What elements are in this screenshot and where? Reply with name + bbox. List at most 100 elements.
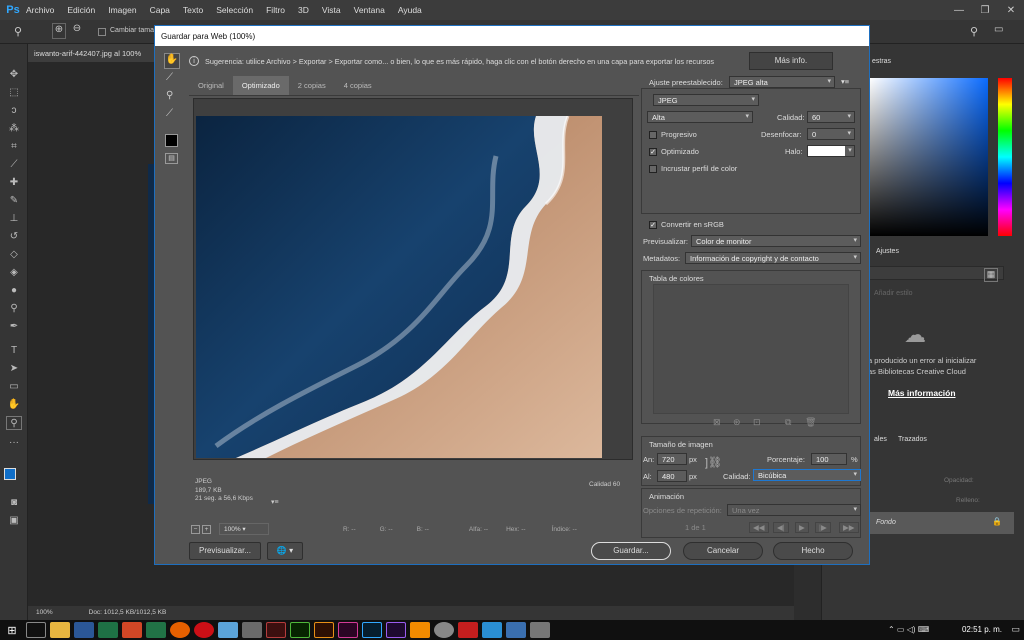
indesign-icon[interactable] bbox=[338, 622, 358, 638]
screen-mode-icon[interactable]: ▣ bbox=[6, 514, 22, 528]
toggle-slices-icon[interactable]: ▤ bbox=[165, 153, 178, 164]
quick-mask-icon[interactable]: ◙ bbox=[6, 496, 22, 510]
powerpoint-icon[interactable] bbox=[122, 622, 142, 638]
file-explorer-icon[interactable] bbox=[50, 622, 70, 638]
resample-select[interactable]: Bicúbica ▾ bbox=[753, 469, 861, 481]
web-shift-icon[interactable]: ⊛ bbox=[733, 417, 741, 428]
search-icon[interactable]: ⚲ bbox=[970, 25, 978, 38]
menu-capa[interactable]: Capa bbox=[150, 5, 170, 15]
app-icon-2[interactable] bbox=[242, 622, 262, 638]
last-frame-icon[interactable]: ▶▶ bbox=[839, 522, 859, 533]
crop-tool-icon[interactable]: ⌗ bbox=[6, 140, 22, 154]
quality-input[interactable]: 60 ▾ bbox=[807, 111, 855, 123]
cc-more-info-link[interactable]: Más información bbox=[888, 388, 956, 398]
eyedropper-tool-icon[interactable]: ⟋ bbox=[6, 158, 22, 172]
preview-browser-button[interactable]: 🌐 ▾ bbox=[267, 542, 303, 560]
zoom-in-button[interactable]: + bbox=[202, 524, 211, 534]
maximize-icon[interactable]: ❐ bbox=[972, 0, 998, 20]
more-tools-icon[interactable]: ··· bbox=[6, 436, 22, 450]
first-frame-icon[interactable]: ◀◀ bbox=[749, 522, 769, 533]
lasso-tool-icon[interactable]: ↄ bbox=[6, 104, 22, 118]
healing-tool-icon[interactable]: ✚ bbox=[6, 176, 22, 190]
zoom-out-icon[interactable]: ⊖ bbox=[70, 23, 84, 39]
dreamweaver-icon[interactable] bbox=[290, 622, 310, 638]
eyedropper-color-swatch[interactable] bbox=[165, 134, 178, 147]
firefox-icon[interactable] bbox=[170, 622, 190, 638]
taskbar-clock[interactable]: 02:51 p. m. bbox=[962, 620, 1002, 640]
menu-archivo[interactable]: Archivo bbox=[26, 5, 54, 15]
history-brush-icon[interactable]: ↺ bbox=[6, 230, 22, 244]
adjustments-tab[interactable]: Ajustes bbox=[876, 248, 899, 255]
height-input[interactable]: 480 bbox=[657, 470, 687, 482]
path-select-tool-icon[interactable]: ➤ bbox=[6, 362, 22, 376]
opera-icon[interactable] bbox=[194, 622, 214, 638]
done-button[interactable]: Hecho bbox=[773, 542, 853, 560]
lock-color-icon[interactable]: ⊡ bbox=[753, 417, 761, 428]
stamp-tool-icon[interactable]: ⊥ bbox=[6, 212, 22, 226]
gradient-tool-icon[interactable]: ◈ bbox=[6, 266, 22, 280]
layers-tab[interactable]: ales bbox=[874, 436, 887, 443]
quick-select-tool-icon[interactable]: ⁂ bbox=[6, 122, 22, 136]
tab-optimized[interactable]: Optimizado bbox=[232, 76, 289, 95]
color-table-swatches[interactable] bbox=[653, 284, 849, 414]
blur-tool-icon[interactable]: ● bbox=[6, 284, 22, 298]
tab-4-up[interactable]: 4 copias bbox=[335, 76, 381, 95]
illustrator-icon[interactable] bbox=[314, 622, 334, 638]
app-icon-6[interactable] bbox=[530, 622, 550, 638]
excel-icon[interactable] bbox=[98, 622, 118, 638]
matte-color-select[interactable]: ▾ bbox=[807, 145, 855, 157]
preset-menu-icon[interactable]: ▾≡ bbox=[841, 77, 849, 86]
zoom-tool-icon[interactable]: ⚲ bbox=[166, 90, 173, 101]
workspace-icon[interactable]: ▭ bbox=[994, 24, 1003, 35]
swatches-tab[interactable]: estras bbox=[872, 58, 891, 65]
menu-seleccion[interactable]: Selección bbox=[216, 5, 253, 15]
foreground-color-swatch[interactable] bbox=[4, 468, 16, 480]
color-picker-field[interactable] bbox=[870, 78, 988, 236]
app-icon-3[interactable] bbox=[434, 622, 454, 638]
layer-row[interactable]: Fondo 🔒 bbox=[868, 512, 1014, 534]
metadata-select[interactable]: Información de copyright y de contacto ▾ bbox=[685, 252, 861, 264]
width-input[interactable]: 720 bbox=[657, 453, 687, 465]
preset-select[interactable]: JPEG alta ▾ bbox=[729, 76, 835, 88]
menu-ventana[interactable]: Ventana bbox=[354, 5, 385, 15]
menu-imagen[interactable]: Imagen bbox=[108, 5, 136, 15]
app-icon-4[interactable] bbox=[482, 622, 502, 638]
photoshop-taskbar-icon[interactable] bbox=[362, 622, 382, 638]
embed-profile-checkbox[interactable] bbox=[649, 165, 657, 173]
map-transparent-icon[interactable]: ⊠ bbox=[713, 417, 721, 428]
new-color-icon[interactable]: ⧉ bbox=[785, 417, 791, 428]
optimized-checkbox[interactable]: ✓ bbox=[649, 148, 657, 156]
percent-input[interactable]: 100 bbox=[811, 453, 847, 465]
zoom-in-icon[interactable]: ⊕ bbox=[52, 23, 66, 39]
project-icon[interactable] bbox=[146, 622, 166, 638]
dodge-tool-icon[interactable]: ⚲ bbox=[6, 302, 22, 316]
tab-original[interactable]: Original bbox=[189, 76, 233, 95]
menu-texto[interactable]: Texto bbox=[183, 5, 203, 15]
tray-icons[interactable]: ⌃ ▭ ◁) ⌨ bbox=[888, 625, 929, 634]
resize-windows-checkbox[interactable] bbox=[98, 28, 106, 36]
more-info-button[interactable]: Más info. bbox=[749, 52, 833, 70]
menu-filtro[interactable]: Filtro bbox=[266, 5, 285, 15]
slice-select-tool-icon[interactable]: ⟋ bbox=[166, 72, 173, 83]
pen-tool-icon[interactable]: ✒ bbox=[6, 320, 22, 334]
hand-tool-icon[interactable]: ✋ bbox=[164, 53, 180, 69]
move-tool-icon[interactable]: ✥ bbox=[6, 68, 22, 82]
delete-color-icon[interactable]: 🗑 bbox=[805, 417, 816, 428]
download-menu-icon[interactable]: ▾≡ bbox=[271, 498, 279, 506]
cancel-button[interactable]: Cancelar bbox=[683, 542, 763, 560]
zoom-out-button[interactable]: − bbox=[191, 524, 200, 534]
premiere-icon[interactable] bbox=[386, 622, 406, 638]
menu-ayuda[interactable]: Ayuda bbox=[398, 5, 422, 15]
convert-srgb-checkbox[interactable]: ✓ bbox=[649, 221, 657, 229]
eyedropper-tool-icon[interactable]: ⟋ bbox=[166, 108, 173, 119]
play-icon[interactable]: ▶ bbox=[795, 522, 809, 533]
preview-pane[interactable] bbox=[193, 98, 633, 460]
preview-button[interactable]: Previsualizar... bbox=[189, 542, 261, 560]
prev-frame-icon[interactable]: ◀| bbox=[773, 522, 789, 533]
filezilla-icon[interactable] bbox=[458, 622, 478, 638]
brush-tool-icon[interactable]: ✎ bbox=[6, 194, 22, 208]
format-select[interactable]: JPEG ▾ bbox=[653, 94, 759, 106]
app-icon-5[interactable] bbox=[506, 622, 526, 638]
marquee-tool-icon[interactable]: ⬚ bbox=[6, 86, 22, 100]
zoom-tool-icon[interactable]: ⚲ bbox=[6, 416, 22, 430]
